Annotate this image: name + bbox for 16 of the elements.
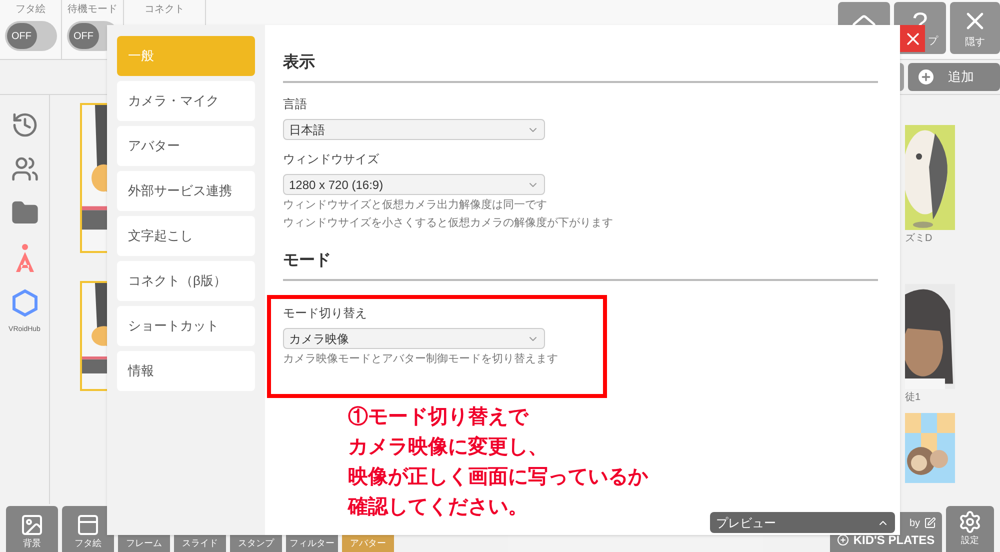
field-label: ウィンドウサイズ — [283, 151, 380, 168]
field-label: モード切り替え — [283, 305, 368, 322]
brand-name: KID'S PLATES — [853, 532, 935, 548]
by-label: by — [909, 516, 920, 530]
section-heading: 表示 — [283, 54, 315, 71]
toggle-label: フタ絵 — [16, 3, 46, 17]
preview-label: プレビュー — [716, 514, 776, 532]
avatar-name: 徒1 — [905, 393, 922, 403]
section-heading: モード — [283, 252, 331, 269]
field-note: カメラ映像モードとアバター制御モードを切り替えます — [283, 352, 559, 367]
toggle-label: 待機モード — [68, 2, 118, 17]
field-note: ウィンドウサイズと仮想カメラ出力解像度は同一です — [283, 198, 548, 213]
field-label: 言語 — [283, 96, 308, 113]
avatar-name: ズミD — [905, 234, 934, 244]
field-note: ウィンドウサイズを小さくすると仮想カメラの解像度が下がります — [283, 216, 614, 231]
annotation-text: ①モード切り替えで カメラ映像に変更し、 映像が正しく画面に写っているか 確認してください。 — [348, 405, 649, 520]
